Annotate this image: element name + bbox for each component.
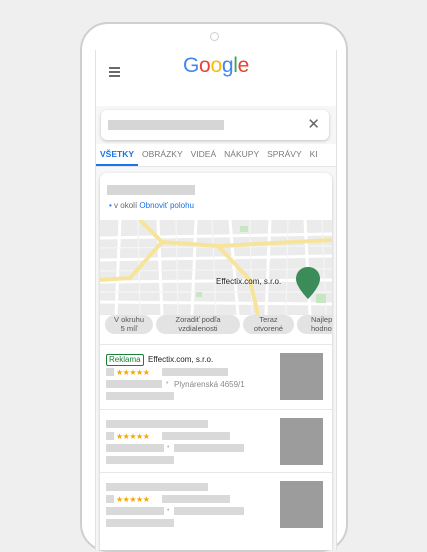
filter-chip-top-rated[interactable]: Najlepšhodnote	[297, 315, 332, 334]
search-query-placeholder	[108, 120, 224, 130]
local-result[interactable]: ★★★★★ •	[100, 409, 332, 472]
result-thumbnail[interactable]	[280, 481, 323, 528]
close-icon[interactable]: ✕	[307, 116, 320, 134]
placeholder-bar	[106, 392, 174, 400]
local-result[interactable]: ★★★★★ •	[100, 472, 332, 535]
star-rating: ★★★★★	[116, 368, 150, 377]
tab-more[interactable]: KI	[306, 144, 322, 166]
search-tabs: VŠETKY OBRÁZKY VIDEÁ NÁKUPY SPRÁVY KI	[96, 144, 336, 167]
camera-icon	[210, 32, 219, 41]
placeholder-bar	[106, 380, 162, 388]
location-prefix: v okolí	[114, 201, 138, 210]
filter-chips: V okruhu 5 míľ Zoradiť podľa vzdialenosti …	[100, 315, 332, 339]
chip-line: 5 míľ	[120, 323, 138, 333]
logo-letter: e	[237, 54, 250, 77]
chip-line: hodnote	[311, 323, 332, 333]
map[interactable]: Effectix.com, s.r.o.	[100, 220, 332, 315]
placeholder-bar	[106, 519, 174, 527]
map-pin-label: Effectix.com, s.r.o.	[216, 277, 282, 286]
filter-chip-open-now[interactable]: Teraz otvorené	[243, 315, 294, 334]
placeholder-bar	[106, 495, 114, 503]
filter-chip-radius[interactable]: V okruhu 5 míľ	[105, 315, 153, 334]
business-address: Plynárenská 4659/1	[174, 380, 245, 389]
placeholder-bar	[106, 432, 114, 440]
search-box[interactable]: ✕	[101, 110, 329, 140]
map-pin-icon[interactable]	[296, 267, 320, 299]
tab-shopping[interactable]: NÁKUPY	[220, 144, 263, 166]
update-location-link[interactable]: Obnoviť polohu	[139, 201, 194, 210]
local-results-card: • v okolí Obnoviť polohu Effectix.com, s…	[100, 173, 332, 550]
placeholder-bar	[174, 444, 244, 452]
separator-dot: •	[167, 444, 170, 451]
placeholder-bar	[106, 456, 174, 464]
placeholder-bar	[106, 368, 114, 376]
placeholder-bar	[162, 368, 228, 376]
chip-line: vzdialenosti	[178, 323, 218, 333]
phone-frame: Google ✕ VŠETKY OBRÁZKY VIDEÁ NÁKUPY SPRÁVY K…	[80, 22, 348, 552]
filter-chip-sort-distance[interactable]: Zoradiť podľa vzdialenosti	[156, 315, 240, 334]
placeholder-bar	[106, 483, 208, 491]
tab-images[interactable]: OBRÁZKY	[138, 144, 187, 166]
placeholder-bar	[106, 444, 164, 452]
ad-badge: Reklama	[106, 354, 144, 366]
star-rating: ★★★★★	[116, 495, 150, 504]
tab-all[interactable]: VŠETKY	[96, 144, 139, 166]
logo-letter: g	[221, 54, 234, 77]
chip-line: otvorené	[253, 323, 284, 333]
placeholder-bar	[106, 420, 208, 428]
location-row: • v okolí Obnoviť polohu	[109, 201, 194, 210]
tab-news[interactable]: SPRÁVY	[263, 144, 306, 166]
logo-letter: o	[199, 54, 211, 77]
result-thumbnail[interactable]	[280, 418, 323, 465]
star-rating: ★★★★★	[116, 432, 150, 441]
logo-letter: o	[210, 54, 222, 77]
phone-screen: Google ✕ VŠETKY OBRÁZKY VIDEÁ NÁKUPY SPRÁVY K…	[95, 50, 337, 550]
tab-videos[interactable]: VIDEÁ	[187, 144, 221, 166]
placeholder-bar	[174, 507, 244, 515]
google-logo: Google	[96, 54, 336, 78]
separator-dot: •	[167, 507, 170, 514]
business-name[interactable]: Effectix.com, s.r.o.	[148, 355, 213, 364]
placeholder-bar	[162, 432, 230, 440]
top-bar: Google	[96, 50, 336, 106]
location-dot-icon: •	[109, 201, 112, 210]
local-result[interactable]: Reklama Effectix.com, s.r.o. ★★★★★ • Ply…	[100, 344, 332, 407]
placeholder-bar	[162, 495, 230, 503]
card-title-placeholder	[107, 185, 195, 195]
separator-dot: •	[166, 380, 169, 387]
logo-letter: G	[183, 54, 200, 77]
placeholder-bar	[106, 507, 164, 515]
result-thumbnail[interactable]	[280, 353, 323, 400]
